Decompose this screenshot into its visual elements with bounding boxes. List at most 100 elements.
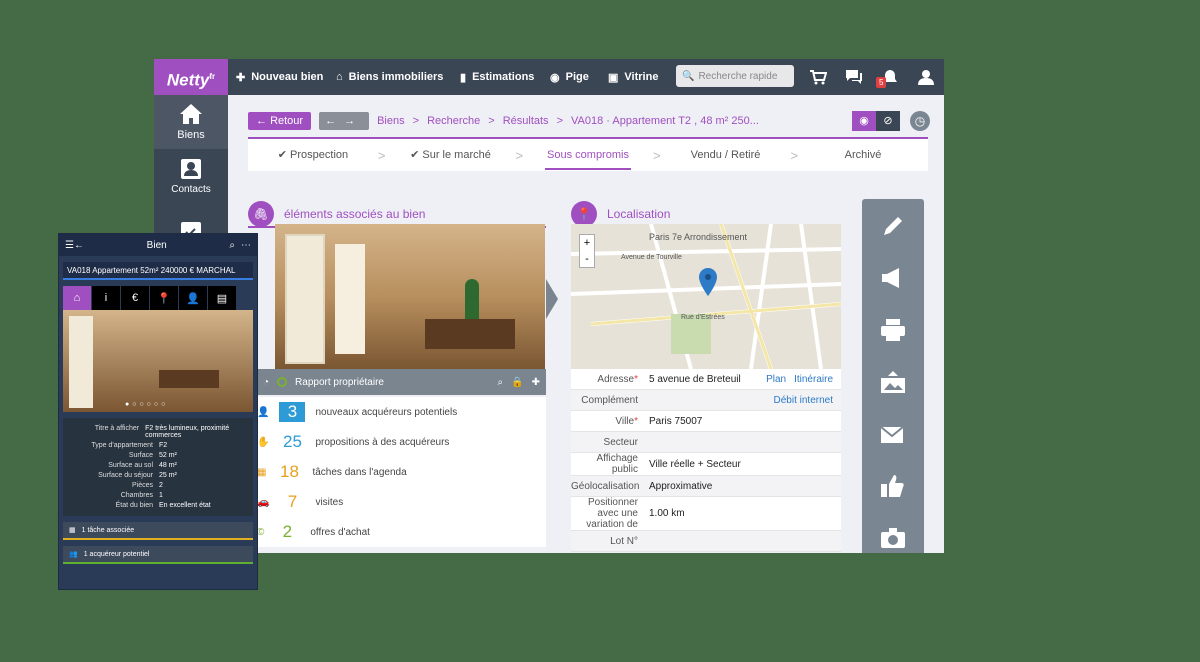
property-photo[interactable] (275, 224, 545, 369)
list-item[interactable]: ✋ 25 propositions à des acquéreurs (257, 427, 546, 457)
info-icon[interactable]: i (92, 286, 120, 310)
table-row: Complément Débit internet (571, 390, 841, 411)
step-vendu[interactable]: Vendu / Retiré (661, 140, 791, 170)
cart-icon[interactable] (800, 59, 836, 95)
buyer-label: 1 acquéreur potentiel (83, 550, 150, 558)
user-icon[interactable]: 👤 (179, 286, 207, 310)
map-pin-icon[interactable]: 📍 (150, 286, 178, 310)
mobile-buyer-bar[interactable]: 👥 1 acquéreur potentiel (63, 546, 253, 564)
detail-row: Type d'appartement F2 (69, 442, 247, 449)
messages-icon[interactable] (836, 59, 872, 95)
euro-icon[interactable]: € (121, 286, 149, 310)
mobile-tabs: ⌂ i € 📍 👤 ▤ (63, 286, 253, 310)
mail-send-icon[interactable] (879, 421, 907, 447)
map-street-label: Avenue de Tourville (621, 254, 682, 261)
back-arrow-icon[interactable]: ← (74, 240, 84, 251)
map[interactable]: Paris 7e Arrondissement Avenue de Tourvi… (571, 224, 841, 369)
megaphone-icon[interactable] (879, 265, 907, 291)
door-shape (285, 234, 325, 364)
camera-icon[interactable] (879, 525, 907, 551)
row-value[interactable]: Approximative (643, 481, 841, 492)
bell-icon[interactable]: 5 (872, 59, 908, 95)
more-icon[interactable]: ⋯ (241, 240, 251, 251)
step-label: Sous compromis (547, 149, 629, 161)
step-label: Vendu / Retiré (690, 149, 761, 161)
logo[interactable]: Nettyfr (154, 59, 228, 95)
pencil-icon[interactable] (879, 213, 907, 239)
visibility-toggle[interactable]: ◉ ⊘ (852, 111, 900, 131)
nav-pige[interactable]: ◉ Pige (550, 59, 589, 95)
sidebar-item-label: Biens (177, 129, 205, 141)
list-item[interactable]: ▦ 18 tâches dans l'agenda (257, 457, 546, 487)
row-value[interactable]: 1.00 km (643, 508, 841, 519)
mobile-photo[interactable]: ●○○○○○ (63, 310, 253, 412)
crumb-recherche[interactable]: Recherche (427, 115, 480, 127)
plant-shape (465, 279, 479, 319)
zoom-controls[interactable]: + - (579, 234, 595, 268)
detail-row: Chambres 1 (69, 492, 247, 499)
mobile-task-bar[interactable]: ▦ 1 tâche associée (63, 522, 253, 540)
plus-icon[interactable]: ✚ (532, 377, 546, 388)
back-button[interactable]: ← Retour (248, 112, 312, 130)
detail-value: 52 m² (159, 452, 177, 459)
user-icon[interactable] (908, 59, 944, 95)
search-input[interactable]: 🔍 Recherche rapide (676, 65, 794, 87)
search-icon[interactable]: ⌕ (229, 240, 235, 251)
clock-icon[interactable]: ◷ (910, 111, 930, 131)
home-icon[interactable]: ⌂ (63, 286, 91, 310)
step-sous-compromis[interactable]: Sous compromis (523, 140, 653, 170)
sidebar-item-contacts[interactable]: Contacts (154, 149, 228, 203)
sidebar-item-biens[interactable]: Biens (154, 95, 228, 149)
detail-key: Chambres (120, 492, 153, 499)
step-prospection[interactable]: ✔ Prospection (248, 140, 378, 170)
nav-estimations-label: Estimations (472, 71, 535, 83)
list-item[interactable]: 👤 3 nouveaux acquéreurs potentiels (257, 397, 546, 427)
nav-new-property[interactable]: ✚ Nouveau bien (236, 59, 323, 95)
nav-estimations[interactable]: ▮ Estimations (460, 59, 534, 95)
table-row: Secteur (571, 432, 841, 453)
calendar-icon: ▦ (257, 466, 267, 478)
nav-vitrine[interactable]: ▣ Vitrine (608, 59, 658, 95)
eye-icon[interactable]: ◉ (852, 111, 876, 131)
row-value[interactable]: Ville réelle + Secteur (643, 459, 841, 470)
crumb-biens[interactable]: Biens (377, 115, 405, 127)
zoom-in-button[interactable]: + (580, 235, 594, 251)
nav-pige-label: Pige (565, 71, 589, 83)
crumb-resultats[interactable]: Résultats (503, 115, 549, 127)
row-value[interactable]: 5 avenue de Breteuil (643, 374, 766, 385)
search-icon[interactable]: ⌕ (498, 377, 504, 388)
owner-report-bar[interactable]: ◔ Rapport propriétaire ⌕ 🔒 ✚ (257, 369, 546, 395)
stat-label: tâches dans l'agenda (312, 466, 407, 478)
photo-upload-icon[interactable] (879, 369, 907, 395)
step-sep: > (790, 147, 799, 163)
crumb-current: VA018 · Appartement T2 , 48 m² 250... (571, 115, 759, 127)
row-value[interactable]: Paris 75007 (643, 416, 841, 427)
list-item[interactable]: © 2 offres d'achat (257, 517, 546, 547)
lock-icon[interactable]: 🔒 (511, 377, 523, 388)
detail-value: 48 m² (159, 462, 177, 469)
nav-properties[interactable]: ⌂ Biens immobiliers (336, 59, 443, 95)
handshake-icon: ✋ (257, 436, 270, 448)
actions-sidebar (862, 199, 924, 553)
menu-icon[interactable]: ☰ (65, 240, 74, 251)
step-archive[interactable]: Archivé (798, 140, 928, 170)
desktop-app: Nettyfr ✚ Nouveau bien ⌂ Biens immobiliers… (154, 59, 944, 553)
prev-next-buttons[interactable]: ←→ (319, 112, 370, 130)
thumbs-up-icon[interactable] (879, 473, 907, 499)
map-pin-icon[interactable] (699, 268, 717, 296)
internet-speed-link[interactable]: Débit internet (774, 395, 841, 406)
step-sep: > (652, 147, 661, 163)
stat-label: visites (315, 496, 344, 508)
showcase-icon: ▣ (608, 71, 619, 84)
zoom-out-button[interactable]: - (580, 251, 594, 267)
itinerary-link[interactable]: Itinéraire (794, 374, 841, 385)
back-label: Retour (270, 115, 304, 127)
photo-pagination[interactable]: ●○○○○○ (125, 401, 168, 408)
step-sur-le-marche[interactable]: ✔ Sur le marché (386, 140, 516, 170)
printer-icon[interactable] (879, 317, 907, 343)
eye-slash-icon[interactable]: ⊘ (876, 111, 900, 131)
clipboard-icon[interactable]: ▤ (208, 286, 236, 310)
detail-value: 2 (159, 482, 163, 489)
plan-link[interactable]: Plan (766, 374, 794, 385)
list-item[interactable]: 🚗 7 visites (257, 487, 546, 517)
